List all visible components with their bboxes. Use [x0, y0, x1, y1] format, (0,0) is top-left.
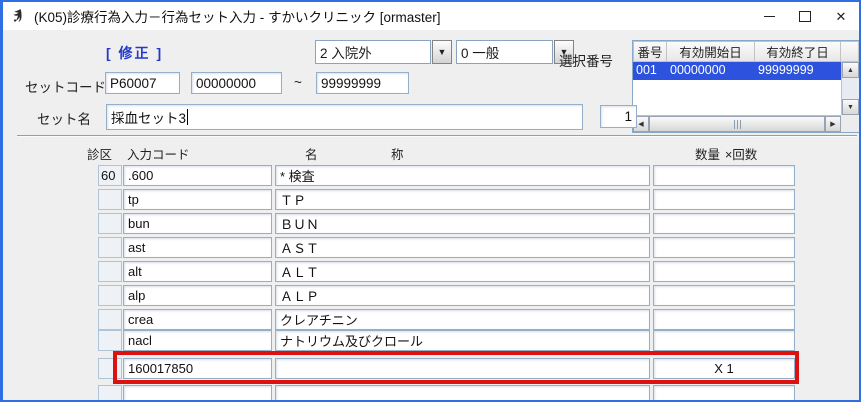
field-name[interactable]: ＢＵＮ	[275, 213, 650, 234]
cell-shinku	[98, 385, 122, 402]
validity-row-selected[interactable]: 001 00000000 99999999	[633, 62, 859, 80]
field-name[interactable]: * 検査	[275, 165, 650, 186]
header-spacer	[841, 41, 859, 62]
selection-number-field[interactable]: 1	[600, 105, 637, 128]
field-input-code[interactable]	[123, 385, 272, 402]
mode-label: [ 修正 ]	[106, 43, 163, 63]
scroll-right-button[interactable]: ▶	[825, 116, 841, 132]
column-header-number[interactable]: 番号	[633, 41, 667, 62]
tilde-separator: ~	[294, 75, 302, 90]
cell-shinku	[98, 285, 122, 306]
scroll-up-button[interactable]: ▲	[842, 62, 859, 78]
field-input-code[interactable]: alt	[123, 261, 272, 282]
cell-shinku	[98, 358, 122, 379]
horizontal-scrollbar[interactable]: ◀ ▶	[633, 115, 841, 132]
scrollbar-corner	[841, 115, 859, 132]
header-quantity: 数量	[695, 144, 720, 163]
header-times: ×回数	[725, 144, 757, 163]
window-title: (K05)診療行為入力－行為セット入力 - すかいクリニック [ormaster…	[34, 6, 441, 26]
set-code-label: セットコード	[25, 76, 106, 96]
scroll-down-icon: ▼	[847, 104, 854, 111]
field-quantity[interactable]: X 1	[653, 358, 795, 379]
separator-line	[17, 135, 857, 137]
field-input-code[interactable]: 160017850	[123, 358, 272, 379]
vertical-scrollbar[interactable]: ▲ ▼	[841, 62, 859, 115]
set-name-label: セット名	[37, 108, 91, 128]
field-name[interactable]: ＡＬＰ	[275, 285, 650, 306]
validity-cell-to: 99999999	[755, 62, 841, 80]
header-name-right: 称	[391, 144, 404, 163]
horizontal-scroll-thumb[interactable]	[649, 116, 825, 132]
field-quantity[interactable]	[653, 309, 795, 330]
set-name-value: 採血セット3	[111, 107, 186, 127]
maximize-icon	[799, 11, 811, 22]
field-quantity[interactable]	[653, 285, 795, 306]
set-name-field[interactable]: 採血セット3	[106, 104, 583, 130]
field-name[interactable]: ＡＬＴ	[275, 261, 650, 282]
field-name[interactable]	[275, 385, 650, 402]
text-caret	[187, 109, 188, 125]
admission-combo[interactable]: 2 入院外 ▼	[315, 40, 452, 64]
field-name[interactable]	[275, 358, 650, 379]
chevron-down-icon: ▼	[438, 47, 447, 57]
app-logo-icon	[9, 8, 26, 25]
field-input-code[interactable]: bun	[123, 213, 272, 234]
field-quantity[interactable]	[653, 385, 795, 402]
field-name[interactable]: クレアチニン	[275, 309, 650, 330]
cell-shinku	[98, 330, 122, 351]
valid-from-field[interactable]: 00000000	[191, 72, 282, 94]
field-input-code[interactable]: crea	[123, 309, 272, 330]
field-quantity[interactable]	[653, 213, 795, 234]
field-input-code[interactable]: alp	[123, 285, 272, 306]
set-code-field[interactable]: P60007	[105, 72, 180, 94]
scroll-down-button[interactable]: ▼	[842, 99, 859, 115]
field-name[interactable]: ＴＰ	[275, 189, 650, 210]
maximize-button[interactable]	[787, 2, 823, 30]
app-window: (K05)診療行為入力－行為セット入力 - すかいクリニック [ormaster…	[0, 0, 861, 402]
field-name[interactable]: ナトリウム及びクロール	[275, 330, 650, 351]
header-input-code: 入力コード	[127, 144, 190, 163]
field-input-code[interactable]: ast	[123, 237, 272, 258]
field-input-code[interactable]: tp	[123, 189, 272, 210]
header-name-left: 名	[305, 144, 318, 163]
admission-combo-button[interactable]: ▼	[432, 40, 452, 64]
field-input-code[interactable]: nacl	[123, 330, 272, 351]
cell-shinku	[98, 213, 122, 234]
cell-shinku	[98, 309, 122, 330]
minimize-icon	[764, 16, 775, 17]
minimize-button[interactable]	[751, 2, 787, 30]
cell-shinku	[98, 261, 122, 282]
selection-number-label: 選択番号	[559, 50, 613, 70]
field-input-code[interactable]: .600	[123, 165, 272, 186]
validity-cell-from: 00000000	[667, 62, 755, 80]
validity-table-header: 番号 有効開始日 有効終了日	[633, 41, 859, 62]
field-quantity[interactable]	[653, 165, 795, 186]
cell-shinku	[98, 189, 122, 210]
field-quantity[interactable]	[653, 189, 795, 210]
scroll-grip-icon	[734, 120, 741, 129]
scroll-up-icon: ▲	[847, 67, 854, 74]
scroll-left-icon: ◀	[638, 120, 643, 128]
close-icon: ✕	[836, 10, 847, 23]
scroll-right-icon: ▶	[830, 120, 835, 128]
valid-to-field[interactable]: 99999999	[316, 72, 409, 94]
field-quantity[interactable]	[653, 330, 795, 351]
field-quantity[interactable]	[653, 261, 795, 282]
admission-combo-value: 2 入院外	[315, 40, 431, 64]
field-quantity[interactable]	[653, 237, 795, 258]
cell-shinku	[98, 237, 122, 258]
cell-shinku: 60	[98, 165, 122, 186]
validity-table: 番号 有効開始日 有効終了日 001 00000000 99999999 ▲ ▼…	[632, 40, 860, 133]
column-header-valid-to[interactable]: 有効終了日	[755, 41, 841, 62]
insurance-combo[interactable]: 0 一般 ▼	[456, 40, 574, 64]
title-bar: (K05)診療行為入力－行為セット入力 - すかいクリニック [ormaster…	[3, 2, 859, 30]
close-button[interactable]: ✕	[823, 2, 859, 30]
window-controls: ✕	[751, 2, 859, 30]
column-header-valid-from[interactable]: 有効開始日	[667, 41, 755, 62]
insurance-combo-value: 0 一般	[456, 40, 553, 64]
header-shinku: 診区	[87, 144, 112, 163]
field-name[interactable]: ＡＳＴ	[275, 237, 650, 258]
validity-cell-number: 001	[633, 62, 667, 80]
